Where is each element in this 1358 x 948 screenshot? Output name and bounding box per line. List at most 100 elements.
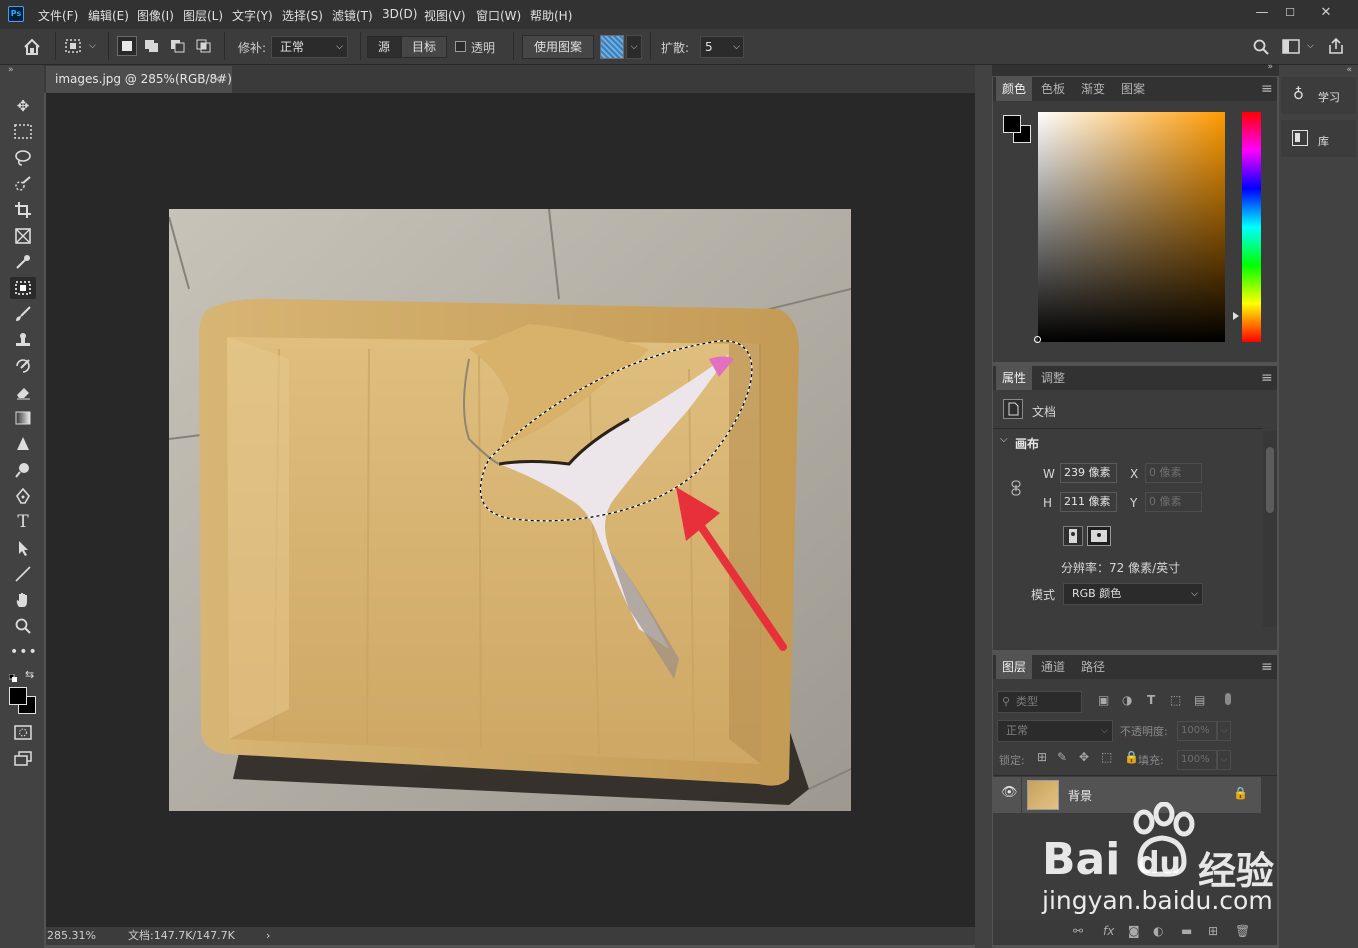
shape-filter-icon[interactable]: ⬚ [1170, 693, 1181, 707]
history-brush-tool-icon[interactable] [10, 355, 36, 377]
minimize-button[interactable]: — [1249, 4, 1275, 22]
eraser-tool-icon[interactable] [10, 381, 36, 403]
adjustment-filter-icon[interactable]: ◑ [1122, 693, 1132, 707]
tab-adjustments[interactable]: 调整 [1035, 366, 1071, 390]
status-menu-arrow-icon[interactable]: › [266, 928, 270, 944]
canvas-width-input[interactable]: 239 像素 [1060, 463, 1117, 483]
eye-visibility-icon[interactable]: 👁 [1001, 785, 1018, 800]
new-group-icon[interactable]: ▬ [1181, 924, 1192, 938]
brush-tool-icon[interactable] [10, 303, 36, 325]
type-tool-icon[interactable]: T [10, 511, 36, 533]
lock-transparent-icon[interactable]: ⊞ [1037, 750, 1047, 764]
foreground-background-color[interactable] [9, 687, 37, 715]
workspace-chevron-icon[interactable]: ⌵ [1307, 41, 1314, 51]
workspace-icon[interactable] [1282, 39, 1300, 54]
quick-selection-tool-icon[interactable] [10, 173, 36, 195]
lasso-tool-icon[interactable] [10, 147, 36, 169]
blend-mode-select[interactable]: 正常 ⌵ [997, 720, 1113, 742]
adjustment-layer-icon[interactable]: ◐ [1153, 924, 1163, 938]
link-layers-icon[interactable]: ⚯ [1073, 924, 1083, 938]
tab-close-icon[interactable]: × [212, 66, 222, 93]
menu-edit[interactable]: 编辑(E) [88, 7, 129, 24]
tab-layers[interactable]: 图层 [996, 655, 1033, 679]
canvas-y-input[interactable]: 0 像素 [1145, 492, 1202, 512]
patch-tool-icon[interactable] [10, 277, 36, 299]
link-dimensions-icon[interactable] [1009, 479, 1023, 497]
library-panel-button[interactable]: 库 [1281, 120, 1356, 157]
swap-colors-icon[interactable]: ⇆ [25, 669, 37, 681]
menu-window[interactable]: 窗口(W) [476, 7, 521, 24]
pattern-chevron-icon[interactable]: ⌵ [626, 35, 642, 59]
landscape-orientation-icon[interactable] [1087, 526, 1111, 546]
new-selection-icon[interactable] [117, 36, 137, 56]
source-button[interactable]: 源 [367, 36, 401, 58]
menu-3d[interactable]: 3D(D) [382, 7, 417, 21]
panel-menu-icon[interactable]: ≡ [1261, 81, 1273, 97]
new-layer-icon[interactable]: ⊞ [1208, 924, 1218, 938]
diffusion-select[interactable]: 5 ⌵ [700, 36, 744, 58]
patch-mode-select[interactable]: 正常 ⌵ [271, 36, 348, 58]
subtract-from-selection-icon[interactable] [170, 39, 186, 53]
menu-file[interactable]: 文件(F) [38, 7, 78, 24]
lock-artboard-icon[interactable]: ⬚ [1101, 750, 1112, 764]
color-field[interactable] [1038, 112, 1225, 342]
expand-panels-icon[interactable]: « [1346, 65, 1352, 75]
destination-button[interactable]: 目标 [401, 36, 447, 58]
opacity-input[interactable]: 100% [1177, 721, 1217, 741]
tab-color[interactable]: 颜色 [996, 77, 1033, 101]
zoom-tool-icon[interactable] [10, 615, 36, 637]
dodge-tool-icon[interactable] [10, 459, 36, 481]
lock-position-icon[interactable]: ✥ [1079, 750, 1089, 764]
panel-menu-icon[interactable]: ≡ [1261, 370, 1273, 386]
color-mode-select[interactable]: RGB 颜色 ⌵ [1063, 583, 1203, 605]
screen-mode-icon[interactable] [10, 748, 36, 770]
type-filter-icon[interactable]: T [1147, 693, 1155, 707]
collapse-panel-icon[interactable]: » [8, 65, 14, 75]
collapse-dock-icon[interactable]: » [1267, 62, 1273, 72]
lock-image-icon[interactable]: ✎ [1057, 750, 1067, 764]
intersect-selection-icon[interactable] [196, 39, 212, 53]
canvas-x-input[interactable]: 0 像素 [1145, 463, 1202, 483]
marquee-tool-icon[interactable] [10, 121, 36, 143]
fx-icon[interactable]: fx [1103, 924, 1114, 938]
use-pattern-button[interactable]: 使用图案 [522, 35, 594, 59]
zoom-level[interactable]: 285.31% [47, 928, 96, 944]
pixel-filter-icon[interactable]: ▣ [1098, 693, 1109, 707]
document-tab[interactable]: images.jpg @ 285%(RGB/8#) × [46, 66, 232, 93]
section-toggle-chevron-icon[interactable]: ⌵ [1000, 434, 1008, 445]
fill-input[interactable]: 100% [1177, 750, 1217, 770]
menu-type[interactable]: 文字(Y) [232, 7, 273, 24]
gradient-tool-icon[interactable] [10, 407, 36, 429]
tab-properties[interactable]: 属性 [996, 366, 1033, 390]
clone-stamp-tool-icon[interactable] [10, 329, 36, 351]
menu-image[interactable]: 图像(I) [137, 7, 174, 24]
crop-tool-icon[interactable] [10, 199, 36, 221]
search-icon[interactable] [1252, 38, 1270, 56]
tab-gradients[interactable]: 渐变 [1075, 77, 1111, 101]
smart-object-filter-icon[interactable]: ▤ [1194, 693, 1205, 707]
tab-patterns[interactable]: 图案 [1115, 77, 1151, 101]
filter-toggle-icon[interactable] [1225, 693, 1231, 705]
canvas-height-input[interactable]: 211 像素 [1060, 492, 1117, 512]
maximize-button[interactable]: ☐ [1277, 4, 1303, 22]
eyedropper-tool-icon[interactable] [10, 251, 36, 273]
portrait-orientation-icon[interactable] [1063, 526, 1083, 546]
hue-slider[interactable] [1242, 112, 1261, 342]
opacity-chevron-icon[interactable]: ⌵ [1217, 721, 1231, 741]
frame-tool-icon[interactable] [10, 225, 36, 247]
panel-menu-icon[interactable]: ≡ [1261, 659, 1273, 675]
home-icon[interactable] [22, 37, 42, 57]
more-tools-icon[interactable]: ••• [10, 641, 37, 663]
tab-paths[interactable]: 路径 [1075, 655, 1111, 679]
hand-tool-icon[interactable] [10, 589, 36, 611]
move-tool-icon[interactable]: ✥ [10, 95, 36, 117]
tab-swatches[interactable]: 色板 [1035, 77, 1071, 101]
menu-view[interactable]: 视图(V) [424, 7, 466, 24]
lock-all-icon[interactable]: 🔒 [1124, 750, 1139, 764]
hue-slider-handle-icon[interactable] [1233, 312, 1239, 320]
menu-select[interactable]: 选择(S) [282, 7, 323, 24]
tab-channels[interactable]: 通道 [1035, 655, 1071, 679]
tool-preset-chevron-icon[interactable]: ⌵ [89, 41, 96, 51]
learn-panel-button[interactable]: ♁ 学习 [1281, 77, 1356, 114]
quick-mask-icon[interactable] [10, 722, 36, 744]
